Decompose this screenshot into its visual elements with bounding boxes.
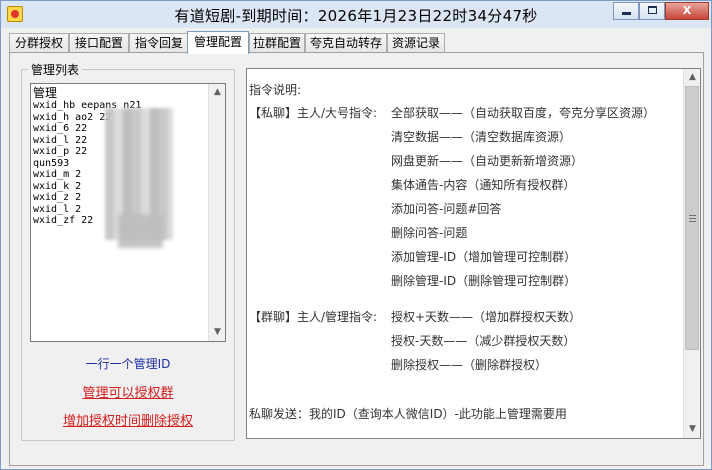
maximize-button[interactable] xyxy=(639,2,665,20)
tab-pull-group-config[interactable]: 拉群配置 xyxy=(249,33,305,53)
grip-line xyxy=(689,218,696,219)
instruction-line: 删除问答-问题 xyxy=(391,226,468,240)
admin-list-title: 管理列表 xyxy=(28,61,83,78)
instruction-line: 授权-天数——（减少群授权天数） xyxy=(391,334,576,348)
close-icon: X xyxy=(682,4,692,17)
group-chat-label: 【群聊】主人/管理指令: xyxy=(249,310,378,324)
admin-config-panel: 管理列表 管理 wxid_hb eepans n21 wxid_h ao2 22… xyxy=(9,52,704,466)
instruction-footer: 私聊发送：我的ID（查询本人微信ID）-此功能上管理需要用 xyxy=(249,407,567,421)
instruction-line: 授权+天数——（增加群授权天数） xyxy=(391,310,582,324)
minimize-button[interactable] xyxy=(613,2,639,20)
maximize-icon xyxy=(647,6,657,14)
instruction-line: 清空数据——（清空数据库资源） xyxy=(391,130,572,144)
close-button[interactable]: X xyxy=(665,2,709,20)
tab-quark-auto-save[interactable]: 夸克自动转存 xyxy=(305,33,387,53)
grip-line xyxy=(689,215,696,216)
chevron-down-icon[interactable]: ▼ xyxy=(209,324,226,341)
admin-list-group: 管理列表 管理 wxid_hb eepans n21 wxid_h ao2 22… xyxy=(21,61,235,441)
grip-line xyxy=(689,221,696,222)
instruction-scrollbar[interactable]: ▲ ▼ xyxy=(683,69,700,438)
title-bar[interactable]: 有道短剧-到期时间：2026年1月23日22时34分47秒 X xyxy=(1,1,711,28)
tab-admin-config[interactable]: 管理配置 xyxy=(187,31,249,54)
scrollbar-thumb[interactable] xyxy=(685,86,699,350)
list-item: 管理 xyxy=(33,86,58,100)
instruction-line: 网盘更新——（自动更新新增资源） xyxy=(391,154,584,168)
instruction-line: 全部获取——（自动获取百度，夸克分享区资源） xyxy=(391,106,656,120)
instruction-content: 指令说明: 【私聊】主人/大号指令: 全部获取——（自动获取百度，夸克分享区资源… xyxy=(247,69,683,438)
instruction-line: 删除授权——（删除群授权） xyxy=(391,358,548,372)
tab-command-reply[interactable]: 指令回复 xyxy=(129,33,189,53)
instruction-line: 删除管理-ID（删除管理可控制群） xyxy=(391,274,577,288)
admin-list-scrollbar[interactable]: ▲ ▼ xyxy=(208,84,225,341)
minimize-icon xyxy=(621,12,631,15)
add-time-delete-auth-hint: 增加授权时间删除授权 xyxy=(62,414,193,429)
instruction-line: 添加问答-问题#回答 xyxy=(391,202,502,216)
instruction-textbox[interactable]: 指令说明: 【私聊】主人/大号指令: 全部获取——（自动获取百度，夸克分享区资源… xyxy=(246,68,701,439)
instruction-line: 添加管理-ID（增加管理可控制群） xyxy=(391,250,577,264)
one-id-per-line-hint: 一行一个管理ID xyxy=(85,357,171,371)
tab-resource-log[interactable]: 资源记录 xyxy=(387,33,445,53)
admin-list-box[interactable]: 管理 wxid_hb eepans n21 wxid_h ao2 22 wxid… xyxy=(30,83,226,342)
instruction-line: 集体通告-内容（通知所有授权群） xyxy=(391,178,576,192)
window-title: 有道短剧-到期时间：2026年1月23日22时34分47秒 xyxy=(174,7,538,25)
redaction-blur xyxy=(118,214,163,248)
tab-group-auth[interactable]: 分群授权 xyxy=(9,33,69,53)
admin-can-grant-hint: 管理可以授权群 xyxy=(82,386,174,401)
admin-list-content[interactable]: 管理 wxid_hb eepans n21 wxid_h ao2 22 wxid… xyxy=(33,86,207,339)
chevron-up-icon[interactable]: ▲ xyxy=(209,84,226,101)
private-chat-label: 【私聊】主人/大号指令: xyxy=(249,106,378,120)
tab-api-config[interactable]: 接口配置 xyxy=(69,33,129,53)
instruction-header: 指令说明: xyxy=(249,83,302,97)
app-window: 有道短剧-到期时间：2026年1月23日22时34分47秒 X 分群授权 接口配… xyxy=(0,0,712,470)
chevron-up-icon[interactable]: ▲ xyxy=(684,69,701,86)
chevron-down-icon[interactable]: ▼ xyxy=(684,421,701,438)
